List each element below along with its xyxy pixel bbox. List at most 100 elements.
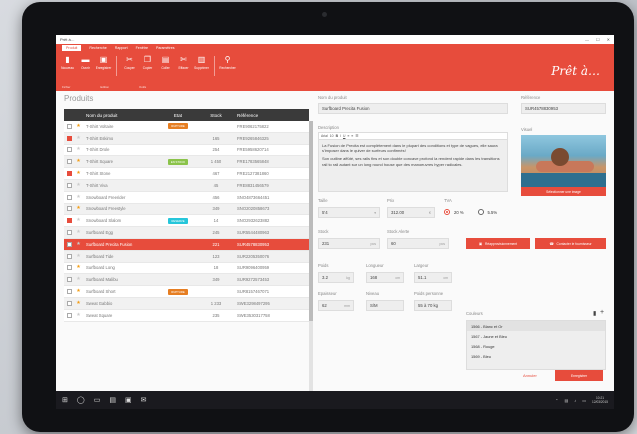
- search-button[interactable]: ⚲ Rechercher: [219, 56, 235, 76]
- star-icon[interactable]: ★: [76, 123, 80, 129]
- cancel-button[interactable]: Annuler: [523, 373, 537, 378]
- paste-button[interactable]: ▤ Coller: [158, 56, 173, 76]
- bold-icon[interactable]: B: [336, 134, 338, 138]
- chevron-up-icon[interactable]: ⌃: [555, 398, 558, 403]
- row-checkbox[interactable]: [66, 218, 72, 224]
- star-icon[interactable]: ★: [76, 135, 80, 141]
- font-select[interactable]: Arial: [321, 134, 328, 138]
- row-checkbox[interactable]: [66, 206, 72, 212]
- color-item[interactable]: 1568 - Rouge: [467, 341, 605, 351]
- tab-rapport[interactable]: Rapport: [115, 46, 128, 50]
- scrollbar-thumb[interactable]: [309, 121, 313, 321]
- list-icon[interactable]: ☰: [355, 134, 358, 138]
- star-icon[interactable]: ★: [76, 289, 80, 294]
- grid-scrollbar[interactable]: [309, 121, 313, 391]
- row-checkbox[interactable]: [66, 182, 72, 188]
- save-form-button[interactable]: Enregistrer: [555, 370, 603, 381]
- star-icon[interactable]: ★: [76, 182, 80, 188]
- tva-radio-20[interactable]: [444, 209, 450, 215]
- thickness-field[interactable]: 62 mm: [318, 300, 354, 311]
- restock-button[interactable]: ▣ Réapprovisionnement: [466, 238, 530, 249]
- reference-field[interactable]: SUR4578830953: [521, 103, 606, 114]
- task-view-icon[interactable]: ◯: [77, 396, 85, 404]
- table-row[interactable]: ★ Surfboard Tide 123 SUR2205350076: [64, 250, 309, 263]
- add-color-icon[interactable]: +: [600, 309, 604, 316]
- column-stock[interactable]: Stock: [199, 113, 233, 118]
- star-icon[interactable]: ★: [76, 206, 80, 211]
- erase-button[interactable]: ✄ Effacer: [176, 56, 191, 76]
- star-icon[interactable]: ★: [76, 265, 80, 270]
- table-row[interactable]: ★ Surfboard Long 18 SUR9096400959: [64, 262, 309, 275]
- min-stock-field[interactable]: 60 pcs: [387, 238, 449, 249]
- notification-icon[interactable]: ▭: [582, 398, 586, 403]
- volume-icon[interactable]: ♪: [574, 398, 576, 403]
- row-checkbox[interactable]: [66, 312, 72, 318]
- row-checkbox[interactable]: [66, 300, 72, 306]
- table-row[interactable]: ★ Surfboard Short RUPTURE SUR8157467071: [64, 286, 309, 298]
- tab-recherche[interactable]: Recherche: [89, 46, 106, 50]
- row-checkbox[interactable]: [66, 289, 72, 295]
- color-item[interactable]: 1566 - Blanc et Or: [467, 321, 605, 331]
- star-icon[interactable]: ★: [76, 300, 80, 306]
- row-checkbox[interactable]: [66, 171, 72, 177]
- size-select[interactable]: 5'4 ▾: [318, 207, 380, 218]
- mail-icon[interactable]: ✉: [141, 396, 147, 404]
- underline-icon[interactable]: U: [343, 134, 345, 138]
- delete-button[interactable]: ▥ Supprimer: [194, 56, 209, 76]
- star-icon[interactable]: ★: [76, 277, 80, 282]
- select-image-button[interactable]: Sélectionner une image: [521, 187, 606, 196]
- table-row[interactable]: ★ T-Shirt Viva 45 FRE8831456579: [64, 179, 309, 192]
- explorer-icon[interactable]: ▭: [94, 396, 101, 404]
- column-state[interactable]: Etat: [157, 113, 199, 118]
- row-checkbox[interactable]: [66, 147, 72, 153]
- row-checkbox[interactable]: [66, 230, 72, 236]
- description-editor[interactable]: Arial 10 BIU ≡ ≡ ☰ La Fusion de Precita es…: [318, 132, 508, 192]
- table-row[interactable]: ★ Snowboard Freestyle 349 SNO2020858673: [64, 203, 309, 216]
- table-row[interactable]: ★ Sweat Square 235 SWE3530317758: [64, 309, 309, 322]
- table-row[interactable]: ★ T-Shirt Drole 254 FRE5958620714: [64, 144, 309, 157]
- table-row[interactable]: ★ T-Shirt Voltaire RUPTURE FRE9062175822: [64, 121, 309, 133]
- table-row[interactable]: ★ T-Shirt Square EN STOCK 1 450 FRE178356584…: [64, 156, 309, 169]
- stock-field[interactable]: 231 pcs: [318, 238, 380, 249]
- color-item[interactable]: 1569 - Bleu: [467, 351, 605, 361]
- color-item[interactable]: 1567 - Jaune et Bleu: [467, 331, 605, 341]
- network-icon[interactable]: ▤: [564, 398, 568, 403]
- table-row[interactable]: ★ Snowboard Slalom RESERVE 14 SNO2932623882: [64, 215, 309, 228]
- star-icon[interactable]: ★: [76, 241, 80, 247]
- row-checkbox[interactable]: [66, 253, 72, 259]
- star-icon[interactable]: ★: [76, 159, 80, 164]
- windows-start-icon[interactable]: ⊞: [62, 396, 68, 404]
- star-icon[interactable]: ★: [76, 147, 80, 152]
- table-row[interactable]: ★ Sweat Gabbio 1 233 SWE3298497295: [64, 297, 309, 310]
- contact-supplier-button[interactable]: ☎ Contacter le fournisseur: [535, 238, 606, 249]
- row-checkbox[interactable]: [66, 241, 72, 247]
- row-checkbox[interactable]: [66, 194, 72, 200]
- table-row[interactable]: ★ T-Shirt Eskimo 165 FRE9265846325: [64, 132, 309, 145]
- save-button[interactable]: ▣ Enregistrer: [96, 56, 112, 76]
- clock[interactable]: 10:21 12/03/2015: [592, 396, 608, 404]
- row-checkbox[interactable]: [66, 277, 72, 283]
- open-button[interactable]: ▬ Ouvrir: [78, 56, 93, 76]
- star-icon[interactable]: ★: [76, 230, 80, 235]
- delete-color-icon[interactable]: ▮: [593, 310, 596, 317]
- copy-button[interactable]: ❐ Copier: [140, 56, 155, 76]
- tab-parametres[interactable]: Paramètres: [156, 46, 175, 50]
- price-field[interactable]: 312.00 €: [387, 207, 435, 218]
- row-checkbox[interactable]: [66, 123, 72, 129]
- person-weight-field[interactable]: 55 à 70 kg: [414, 300, 452, 311]
- column-reference[interactable]: Référence: [233, 113, 287, 118]
- table-row[interactable]: ★ Surfboard Egg 245 SUR5544480963: [64, 227, 309, 239]
- tab-fenetre[interactable]: Fenêtre: [136, 46, 148, 50]
- row-checkbox[interactable]: [66, 265, 72, 271]
- tva-radio-55[interactable]: [477, 209, 484, 215]
- star-icon[interactable]: ★: [76, 253, 80, 259]
- table-row[interactable]: ★ T-Shirt Stone 467 FRE2127381860: [64, 168, 309, 180]
- star-icon[interactable]: ★: [76, 194, 80, 200]
- cut-button[interactable]: ✂ Couper: [122, 56, 137, 76]
- star-icon[interactable]: ★: [76, 171, 80, 176]
- store-icon[interactable]: ▤: [109, 396, 116, 404]
- star-icon[interactable]: ★: [76, 312, 80, 318]
- name-field[interactable]: Surfboard Precita Fusion: [318, 103, 508, 114]
- star-icon[interactable]: ★: [76, 218, 80, 223]
- column-name[interactable]: Nom du produit: [83, 113, 157, 118]
